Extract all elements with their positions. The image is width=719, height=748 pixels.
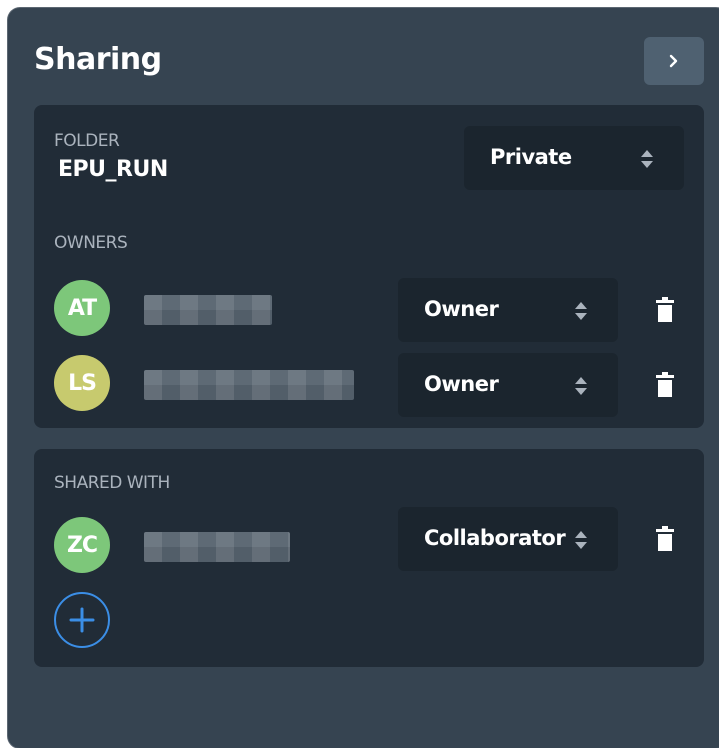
chevron-right-icon [669,54,678,68]
plus-circle-icon [69,607,95,633]
shared-with-label: SHARED WITH [54,473,170,493]
sort-arrows-icon [575,377,587,395]
member-name-redacted [144,532,290,562]
collapse-panel-button[interactable] [644,37,704,85]
visibility-value: Private [490,145,572,169]
role-value: Collaborator [424,526,566,550]
sort-arrows-icon [575,531,587,549]
visibility-select[interactable]: Private [464,126,684,190]
owner-name-redacted [144,295,272,325]
trash-icon[interactable] [654,372,676,398]
avatar: LS [54,355,110,411]
member-role-select[interactable]: Collaborator [398,507,618,571]
role-value: Owner [424,297,499,321]
folder-label: FOLDER [54,131,120,151]
owners-label: OWNERS [54,233,128,253]
owner-role-select[interactable]: Owner [398,278,618,342]
role-value: Owner [424,372,499,396]
sharing-panel: Sharing FOLDER EPU_RUN Private OWNERS AT… [8,8,719,748]
avatar: ZC [54,517,110,573]
folder-owners-card: FOLDER EPU_RUN Private OWNERS AT Owner L… [34,105,704,428]
owner-name-redacted [144,370,354,400]
owner-role-select[interactable]: Owner [398,353,618,417]
trash-icon[interactable] [654,297,676,323]
sort-arrows-icon [641,150,653,168]
avatar: AT [54,280,110,336]
shared-with-card: SHARED WITH ZC Collaborator [34,449,704,667]
folder-name: EPU_RUN [58,157,168,182]
sort-arrows-icon [575,302,587,320]
panel-title: Sharing [34,42,162,77]
trash-icon[interactable] [654,526,676,552]
add-member-button[interactable] [54,592,110,648]
